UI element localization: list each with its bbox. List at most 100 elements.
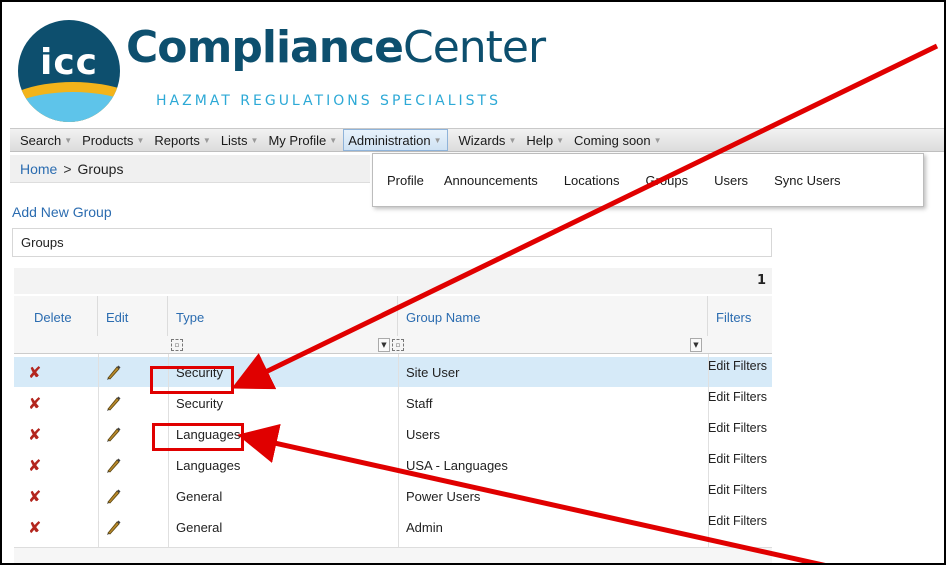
delete-cell: ✘ (14, 388, 98, 418)
menu-label: Coming soon (574, 132, 651, 148)
column-header-delete[interactable]: Delete (14, 296, 98, 336)
menu-my-profile[interactable]: My Profile ▼ (264, 129, 343, 151)
column-header-group-name[interactable]: Group Name (398, 296, 708, 336)
delete-cell: ✘ (14, 357, 98, 387)
dropdown-item-announcements[interactable]: Announcements (438, 173, 558, 188)
pencil-icon[interactable] (104, 394, 122, 412)
chevron-down-icon: ▼ (202, 135, 211, 145)
breadcrumb: Home > Groups (10, 155, 370, 183)
edit-cell (98, 481, 168, 511)
type-cell: General (176, 519, 223, 535)
chevron-down-icon: ▼ (250, 135, 259, 145)
breadcrumb-separator: > (63, 160, 72, 177)
screenshot-frame: icc ComplianceCenter HAZMAT REGULATIONS … (0, 0, 946, 565)
table-row[interactable]: ✘ General Admin Edit Filters (14, 512, 772, 542)
column-header-filters[interactable]: Filters (708, 296, 772, 336)
pencil-icon[interactable] (104, 518, 122, 536)
breadcrumb-current: Groups (77, 160, 124, 177)
menu-label: Administration (348, 132, 431, 148)
edit-filters-link[interactable]: Edit Filters (708, 357, 772, 387)
type-cell: Languages (176, 457, 241, 473)
brand-bold: Compliance (126, 22, 404, 73)
column-header-edit[interactable]: Edit (98, 296, 168, 336)
main-menu-bar: Search ▼ Products ▼ Reports ▼ Lists ▼ My Pro… (10, 128, 944, 152)
column-divider (708, 354, 709, 553)
page-number[interactable]: 1 (757, 273, 766, 288)
group-name-cell: Site User (406, 364, 460, 380)
menu-search[interactable]: Search ▼ (16, 129, 78, 151)
chevron-down-icon: ▼ (653, 135, 662, 145)
pencil-icon[interactable] (104, 456, 122, 474)
menu-products[interactable]: Products ▼ (78, 129, 150, 151)
group-name-cell: USA - Languages (406, 457, 508, 473)
group-name-cell: Staff (406, 395, 433, 411)
grid-footer (14, 547, 772, 563)
table-row[interactable]: ✘ Languages Users Edit Filters (14, 419, 772, 449)
menu-label: Products (82, 132, 134, 148)
delete-cell: ✘ (14, 450, 98, 480)
delete-cell: ✘ (14, 481, 98, 511)
column-header-type[interactable]: Type (168, 296, 398, 336)
delete-icon[interactable]: ✘ (28, 363, 41, 382)
menu-help[interactable]: Help ▼ (522, 129, 570, 151)
delete-icon[interactable]: ✘ (28, 487, 41, 506)
grid-filter-row: ▫ ▼ ▫ ▼ (14, 336, 772, 354)
dropdown-item-locations[interactable]: Locations (558, 173, 640, 188)
edit-filters-link[interactable]: Edit Filters (708, 419, 772, 449)
chevron-down-icon: ▼ (64, 135, 73, 145)
table-row[interactable]: ✘ Languages USA - Languages Edit Filters (14, 450, 772, 480)
column-divider (98, 354, 99, 553)
chevron-down-icon: ▼ (556, 135, 565, 145)
menu-label: Search (20, 132, 62, 148)
edit-filters-link[interactable]: Edit Filters (708, 481, 772, 511)
delete-icon[interactable]: ✘ (28, 394, 41, 413)
delete-icon[interactable]: ✘ (28, 425, 41, 444)
menu-administration[interactable]: Administration ▼ (343, 129, 449, 151)
menu-label: My Profile (268, 132, 327, 148)
menu-label: Lists (220, 132, 248, 148)
chevron-down-icon: ▼ (329, 135, 338, 145)
group-name-filter-dropdown[interactable]: ▼ (690, 338, 702, 352)
add-new-group-link[interactable]: Add New Group (12, 204, 112, 220)
dropdown-item-sync-users[interactable]: Sync Users (768, 173, 854, 188)
pencil-icon[interactable] (104, 487, 122, 505)
group-name-cell: Admin (406, 519, 443, 535)
highlight-box-security (150, 366, 234, 394)
delete-cell: ✘ (14, 512, 98, 542)
edit-filters-link[interactable]: Edit Filters (708, 388, 772, 418)
menu-coming-soon[interactable]: Coming soon ▼ (570, 129, 668, 151)
pager: 1 (14, 268, 772, 294)
dropdown-item-users[interactable]: Users (708, 173, 768, 188)
table-row[interactable]: ✘ Security Site User Edit Filters (14, 357, 772, 387)
type-filter-dropdown[interactable]: ▼ (378, 338, 390, 352)
group-name-cell: Users (406, 426, 440, 442)
table-row[interactable]: ✘ General Power Users Edit Filters (14, 481, 772, 511)
menu-reports[interactable]: Reports ▼ (150, 129, 216, 151)
edit-filters-link[interactable]: Edit Filters (708, 512, 772, 542)
group-name-filter-icon[interactable]: ▫ (392, 339, 404, 351)
pencil-icon[interactable] (104, 425, 122, 443)
panel-title-text: Groups (21, 235, 64, 250)
pencil-icon[interactable] (104, 363, 122, 381)
breadcrumb-home-link[interactable]: Home (20, 161, 57, 177)
brand-tagline: HAZMAT REGULATIONS SPECIALISTS (156, 93, 501, 109)
menu-label: Wizards (458, 132, 506, 148)
edit-filters-link[interactable]: Edit Filters (708, 450, 772, 480)
logo-icon-text: icc (39, 42, 99, 83)
menu-wizards[interactable]: Wizards ▼ (454, 129, 522, 151)
edit-cell (98, 512, 168, 542)
type-filter-icon[interactable]: ▫ (171, 339, 183, 351)
brand-title: ComplianceCenter (126, 22, 546, 73)
chevron-down-icon: ▼ (433, 135, 442, 145)
group-name-cell: Power Users (406, 488, 481, 504)
delete-icon[interactable]: ✘ (28, 456, 41, 475)
menu-lists[interactable]: Lists ▼ (217, 129, 265, 151)
delete-icon[interactable]: ✘ (28, 518, 41, 537)
dropdown-item-profile[interactable]: Profile (381, 173, 438, 188)
logo-arc-cyan (18, 92, 120, 122)
administration-dropdown: Profile Announcements Locations Groups U… (372, 153, 924, 207)
dropdown-item-groups[interactable]: Groups (639, 173, 708, 188)
table-row[interactable]: ✘ Security Staff Edit Filters (14, 388, 772, 418)
icc-logo[interactable]: icc (18, 20, 120, 122)
delete-cell: ✘ (14, 419, 98, 449)
